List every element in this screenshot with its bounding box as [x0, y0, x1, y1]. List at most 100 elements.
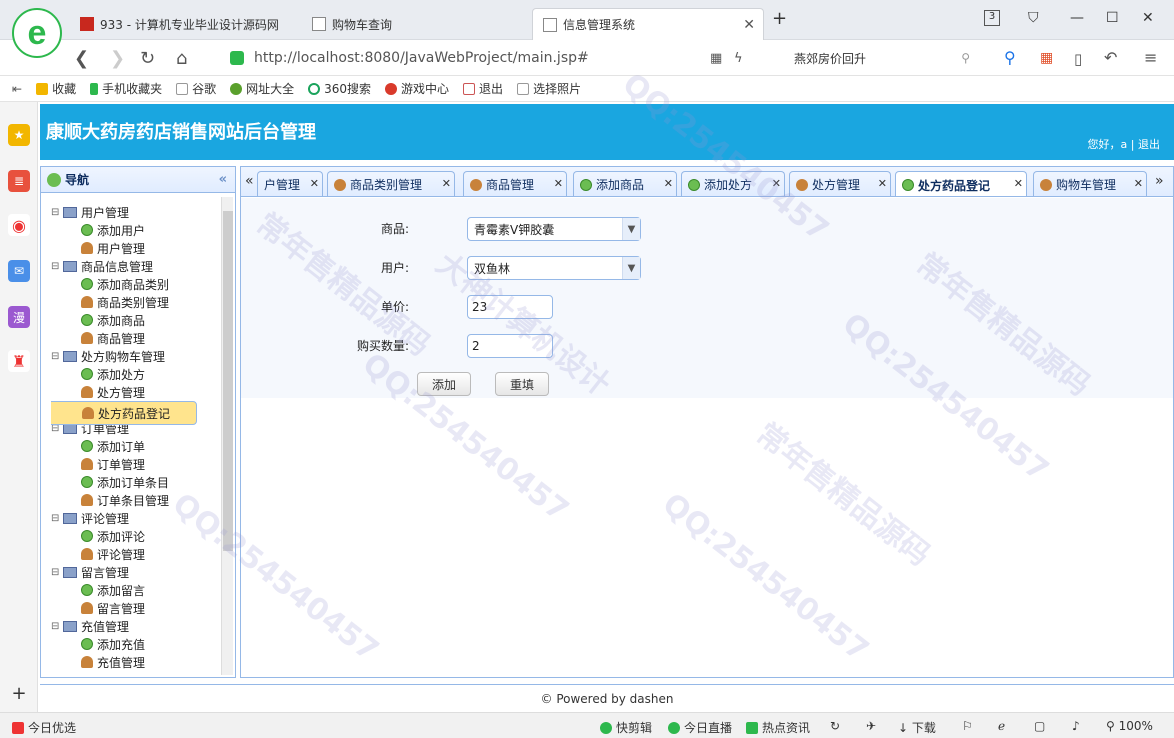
tree-item[interactable]: 处方管理: [51, 383, 221, 401]
refresh-status-icon[interactable]: ↻: [830, 719, 840, 733]
search-icon[interactable]: ⚲: [961, 51, 970, 65]
tab-cart-management[interactable]: 购物车管理✕: [1033, 171, 1147, 197]
phone-icon[interactable]: ▯: [1074, 50, 1082, 68]
close-tab-icon[interactable]: ✕: [1134, 177, 1143, 190]
tab-prescription-management[interactable]: 处方管理✕: [789, 171, 891, 197]
tab-category-management[interactable]: 商品类别管理✕: [327, 171, 455, 197]
add-button[interactable]: 添加: [417, 372, 471, 396]
close-tab-icon[interactable]: ✕: [310, 177, 319, 190]
weibo-icon[interactable]: ◉: [8, 214, 30, 236]
tab-prescription-drug-register[interactable]: 处方药品登记✕: [895, 171, 1027, 197]
apps-grid-icon[interactable]: ▦: [1040, 50, 1053, 66]
bookmark-google[interactable]: 谷歌: [176, 80, 216, 97]
close-window-icon[interactable]: ✕: [1142, 10, 1154, 26]
close-tab-icon[interactable]: ✕: [442, 177, 451, 190]
tree-group[interactable]: ⊟用户管理: [51, 203, 221, 221]
tab-product-management[interactable]: 商品管理✕: [463, 171, 567, 197]
tree-item[interactable]: 评论管理: [51, 545, 221, 563]
url-field[interactable]: http://localhost:8080/JavaWebProject/mai…: [230, 46, 780, 70]
price-input[interactable]: 23: [467, 295, 553, 319]
chevron-down-icon[interactable]: ▼: [622, 218, 640, 240]
tree-group[interactable]: ⊟充值管理: [51, 617, 221, 635]
tree-item[interactable]: 添加处方: [51, 365, 221, 383]
bookmark-games[interactable]: 游戏中心: [385, 80, 449, 97]
tree-group[interactable]: ⊟留言管理: [51, 563, 221, 581]
tabs-scroll-left-icon[interactable]: «: [245, 173, 254, 189]
tree-item[interactable]: 添加充值: [51, 635, 221, 653]
bookmark-360[interactable]: 360搜索: [308, 80, 371, 97]
collapse-toggle-icon[interactable]: ⊟: [51, 207, 61, 218]
ie-icon[interactable]: ℯ: [998, 719, 1005, 733]
chevron-down-icon[interactable]: ▼: [622, 257, 640, 279]
quick-edit[interactable]: 快剪辑: [600, 719, 652, 736]
close-tab-icon[interactable]: ✕: [1014, 177, 1023, 190]
window-icon[interactable]: ▢: [1034, 719, 1045, 733]
tree-item[interactable]: 商品类别管理: [51, 293, 221, 311]
browser-logo-icon[interactable]: e: [12, 8, 62, 58]
browser-tab-3-active[interactable]: 信息管理系统 ✕: [532, 8, 764, 40]
hot-news[interactable]: 热点资讯: [746, 719, 810, 736]
bookmark-favorites[interactable]: 收藏: [36, 80, 76, 97]
close-tab-icon[interactable]: ✕: [664, 177, 673, 190]
tree-item[interactable]: 订单管理: [51, 455, 221, 473]
tree-item[interactable]: 添加留言: [51, 581, 221, 599]
collapse-toggle-icon[interactable]: ⊟: [51, 621, 61, 632]
collapse-toggle-icon[interactable]: ⊟: [51, 513, 61, 524]
live-today[interactable]: 今日直播: [668, 719, 732, 736]
close-tab-icon[interactable]: ✕: [743, 17, 755, 33]
product-select[interactable]: 青霉素V钾胶囊 ▼: [467, 217, 641, 241]
search-box[interactable]: 燕郊房价回升 ⚲: [786, 46, 976, 70]
comic-icon[interactable]: 漫: [8, 306, 30, 328]
maximize-icon[interactable]: ☐: [1106, 10, 1119, 26]
bookmark-exit[interactable]: 退出: [463, 80, 503, 97]
quantity-input[interactable]: 2: [467, 334, 553, 358]
mail-icon[interactable]: ✉: [8, 260, 30, 282]
close-tab-icon[interactable]: ✕: [878, 177, 887, 190]
tree-item[interactable]: 用户管理: [51, 239, 221, 257]
forward-icon[interactable]: ❯: [110, 48, 125, 69]
collapse-toggle-icon[interactable]: ⊟: [51, 567, 61, 578]
reset-button[interactable]: 重填: [495, 372, 549, 396]
tree-item[interactable]: 添加评论: [51, 527, 221, 545]
tree-item[interactable]: 留言管理: [51, 599, 221, 617]
tree-item[interactable]: 添加商品: [51, 311, 221, 329]
tab-add-product[interactable]: 添加商品✕: [573, 171, 677, 197]
collapse-toggle-icon[interactable]: ⊟: [51, 261, 61, 272]
collapse-icon[interactable]: «: [219, 172, 227, 187]
undo-icon[interactable]: ↶: [1104, 48, 1117, 67]
tab-count-badge[interactable]: 3: [984, 10, 1000, 26]
browser-tab-2[interactable]: 购物车查询: [312, 8, 532, 40]
tabs-scroll-right-icon[interactable]: »: [1155, 173, 1164, 189]
home-icon[interactable]: ⌂: [176, 48, 187, 69]
close-tab-icon[interactable]: ✕: [554, 177, 563, 190]
news-icon[interactable]: ≣: [8, 170, 30, 192]
shirt-icon[interactable]: ⛉: [1028, 10, 1039, 26]
bookmark-mobile[interactable]: 手机收藏夹: [90, 80, 162, 97]
user-info-link[interactable]: 您好，a | 退出: [1088, 136, 1160, 152]
sidebar-toggle-icon[interactable]: ⇤: [12, 82, 22, 96]
refresh-icon[interactable]: ↻: [140, 48, 155, 69]
flag-icon[interactable]: ⚐: [962, 719, 973, 733]
today-picks[interactable]: 今日优选: [12, 719, 76, 736]
collapse-toggle-icon[interactable]: ⊟: [51, 351, 61, 362]
menu-icon[interactable]: ≡: [1144, 48, 1157, 67]
tree-item[interactable]: 商品管理: [51, 329, 221, 347]
favorites-star-icon[interactable]: ★: [8, 124, 30, 146]
tree-item[interactable]: 添加用户: [51, 221, 221, 239]
close-tab-icon[interactable]: ✕: [772, 177, 781, 190]
tree-group[interactable]: ⊟处方购物车管理: [51, 347, 221, 365]
tab-user-management[interactable]: 户管理✕: [257, 171, 323, 197]
rocket-icon[interactable]: ✈: [866, 719, 876, 733]
tree-group[interactable]: ⊟商品信息管理: [51, 257, 221, 275]
minimize-icon[interactable]: —: [1070, 10, 1084, 26]
back-icon[interactable]: ❮: [74, 48, 89, 69]
tree-item[interactable]: 添加订单条目: [51, 473, 221, 491]
add-icon[interactable]: +: [8, 682, 30, 704]
scrollbar-thumb[interactable]: [223, 211, 233, 551]
browser-tab-1[interactable]: 933 - 计算机专业毕业设计源码网: [80, 8, 305, 40]
download-item[interactable]: ↓ 下载: [898, 719, 936, 736]
user-select[interactable]: 双鱼林 ▼: [467, 256, 641, 280]
gamepad-icon[interactable]: ♜: [8, 350, 30, 372]
nav-scrollbar[interactable]: [221, 197, 233, 675]
zoom-control[interactable]: ⚲ 100%: [1106, 719, 1153, 733]
